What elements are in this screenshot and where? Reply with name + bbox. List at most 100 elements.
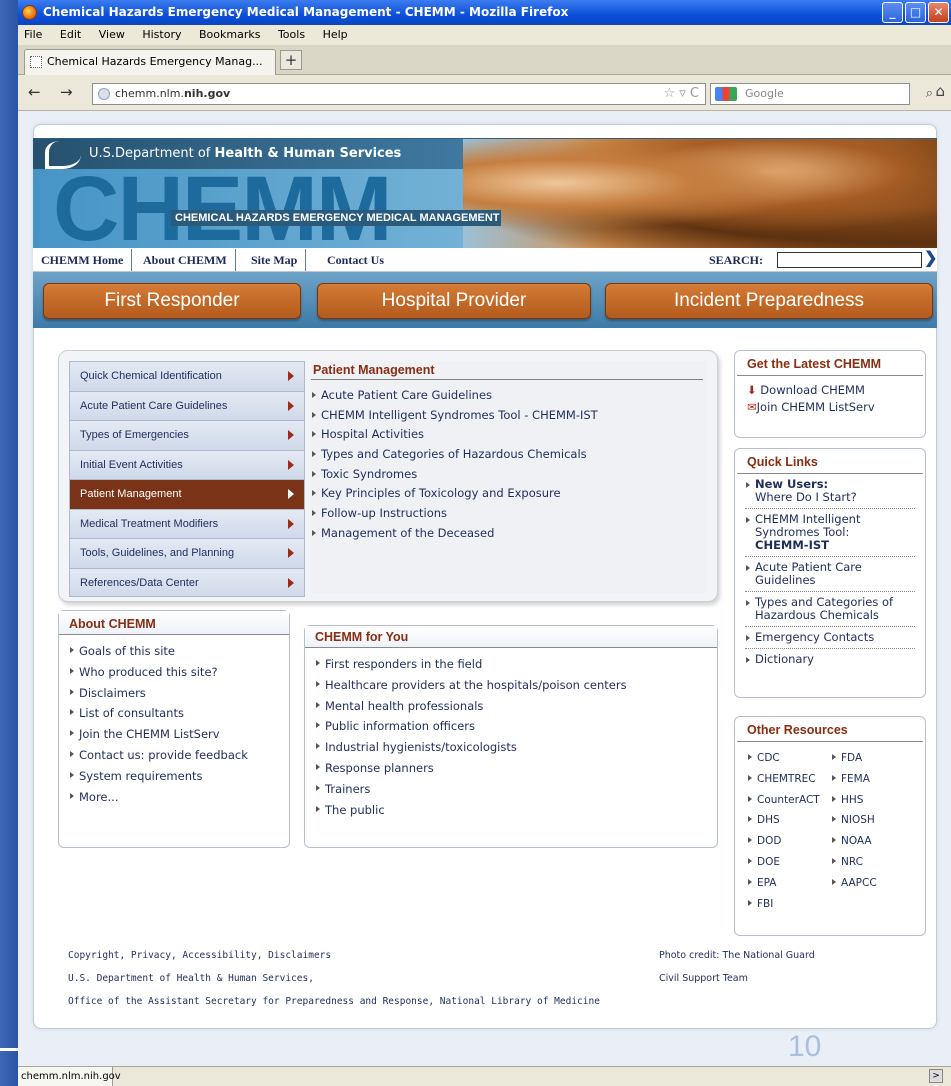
menu-bar: File Edit View History Bookmarks Tools H… bbox=[18, 25, 951, 45]
leftnav-patient-management[interactable]: Patient Management bbox=[69, 479, 305, 509]
home-icon[interactable]: ⌂ bbox=[935, 82, 945, 100]
bullet-triangle-icon bbox=[70, 771, 74, 778]
main-menu-panel: Quick Chemical Identification Acute Pati… bbox=[58, 350, 718, 602]
desktop-dash bbox=[0, 1048, 18, 1051]
menu-bookmarks[interactable]: Bookmarks bbox=[199, 28, 260, 41]
resource-link[interactable]: DHS bbox=[747, 810, 831, 831]
quick-link-new-users[interactable]: New Users: Where Do I Start? bbox=[745, 474, 915, 509]
leftnav-tools-guidelines-planning[interactable]: Tools, Guidelines, and Planning bbox=[69, 538, 305, 568]
first-responder-button[interactable]: First Responder bbox=[43, 283, 301, 319]
resource-link[interactable]: CounterACT bbox=[747, 790, 831, 811]
resource-link[interactable]: FDA bbox=[831, 748, 915, 769]
nav-about-chemm[interactable]: About CHEMM bbox=[135, 249, 236, 271]
resource-link[interactable]: CDC bbox=[747, 748, 831, 769]
for-you-link[interactable]: Response planners bbox=[315, 758, 707, 779]
resource-link[interactable]: DOE bbox=[747, 852, 831, 873]
pm-link[interactable]: Types and Categories of Hazardous Chemic… bbox=[311, 445, 707, 465]
footer-legal-links[interactable]: Copyright, Privacy, Accessibility, Discl… bbox=[68, 950, 331, 961]
pm-link[interactable]: Follow-up Instructions bbox=[311, 504, 707, 524]
resource-link[interactable]: NOAA bbox=[831, 831, 915, 852]
forward-arrow-icon[interactable]: → bbox=[60, 83, 73, 101]
pm-link[interactable]: CHEMM Intelligent Syndromes Tool - CHEMM… bbox=[311, 406, 707, 426]
for-you-link[interactable]: Trainers bbox=[315, 779, 707, 800]
nav-site-map[interactable]: Site Map bbox=[243, 249, 307, 271]
resource-link[interactable]: AAPCC bbox=[831, 873, 915, 894]
for-you-link[interactable]: First responders in the field bbox=[315, 654, 707, 675]
pm-link[interactable]: Hospital Activities bbox=[311, 425, 707, 445]
maximize-button[interactable]: □ bbox=[905, 2, 926, 23]
leftnav-types-of-emergencies[interactable]: Types of Emergencies bbox=[69, 420, 305, 450]
menu-history[interactable]: History bbox=[142, 28, 181, 41]
magnifier-icon[interactable]: ⌕ bbox=[926, 84, 933, 104]
resource-link[interactable]: CHEMTREC bbox=[747, 769, 831, 790]
search-engine-box[interactable]: Google ⌕ bbox=[710, 83, 933, 105]
search-input[interactable] bbox=[777, 252, 922, 268]
quick-link[interactable]: Dictionary bbox=[745, 649, 915, 670]
resource-link[interactable]: FEMA bbox=[831, 769, 915, 790]
back-arrow-icon[interactable]: ← bbox=[28, 83, 41, 101]
about-link[interactable]: More... bbox=[69, 787, 279, 808]
menu-edit[interactable]: Edit bbox=[60, 28, 81, 41]
address-bar[interactable]: chemm.nlm.nih.gov ☆ ▿ C bbox=[92, 83, 706, 105]
leftnav-quick-chemical-identification[interactable]: Quick Chemical Identification bbox=[69, 361, 305, 391]
about-link[interactable]: Disclaimers bbox=[69, 683, 279, 704]
quick-link[interactable]: Types and Categories of Hazardous Chemic… bbox=[745, 592, 915, 627]
for-you-link[interactable]: Mental health professionals bbox=[315, 696, 707, 717]
for-you-link[interactable]: Industrial hygienists/toxicologists bbox=[315, 737, 707, 758]
close-button[interactable]: ✕ bbox=[928, 2, 949, 23]
chemm-banner[interactable]: U.S.Department of Health & Human Service… bbox=[33, 138, 937, 248]
leftnav-initial-event-activities[interactable]: Initial Event Activities bbox=[69, 449, 305, 479]
about-link[interactable]: Goals of this site bbox=[69, 641, 279, 662]
leftnav-references-data-center[interactable]: References/Data Center bbox=[69, 567, 305, 597]
leftnav-medical-treatment-modifiers[interactable]: Medical Treatment Modifiers bbox=[69, 508, 305, 538]
pm-link[interactable]: Toxic Syndromes bbox=[311, 465, 707, 485]
pm-link[interactable]: Acute Patient Care Guidelines bbox=[311, 386, 707, 406]
resource-link[interactable]: NIOSH bbox=[831, 810, 915, 831]
leftnav-acute-patient-care[interactable]: Acute Patient Care Guidelines bbox=[69, 390, 305, 420]
about-link[interactable]: Join the CHEMM ListServ bbox=[69, 724, 279, 745]
for-you-link[interactable]: Public information officers bbox=[315, 716, 707, 737]
about-link[interactable]: Who produced this site? bbox=[69, 662, 279, 683]
resource-link[interactable]: NRC bbox=[831, 852, 915, 873]
about-link[interactable]: List of consultants bbox=[69, 703, 279, 724]
pm-link[interactable]: Key Principles of Toxicology and Exposur… bbox=[311, 484, 707, 504]
menu-tools[interactable]: Tools bbox=[278, 28, 305, 41]
quick-link-chemm-ist[interactable]: CHEMM Intelligent Syndromes Tool: CHEMM-I… bbox=[745, 509, 915, 557]
menu-view[interactable]: View bbox=[99, 28, 125, 41]
resource-link[interactable]: DOD bbox=[747, 831, 831, 852]
resource-label: HHS bbox=[841, 793, 864, 806]
resource-link[interactable]: EPA bbox=[747, 873, 831, 894]
about-link[interactable]: System requirements bbox=[69, 766, 279, 787]
for-you-link[interactable]: Healthcare providers at the hospitals/po… bbox=[315, 675, 707, 696]
footer-hhs[interactable]: U.S. Department of Health & Human Servic… bbox=[68, 973, 314, 984]
arrow-right-icon bbox=[288, 400, 294, 411]
menu-help[interactable]: Help bbox=[323, 28, 348, 41]
status-chevron-icon[interactable]: > bbox=[929, 1069, 943, 1083]
footer-aspr[interactable]: Office of the Assistant Secretary for Pr… bbox=[68, 996, 600, 1007]
resource-link[interactable]: HHS bbox=[831, 790, 915, 811]
nav-contact-us[interactable]: Contact Us bbox=[319, 249, 392, 271]
resource-link[interactable]: FBI bbox=[747, 894, 831, 915]
pm-link[interactable]: Management of the Deceased bbox=[311, 524, 707, 544]
menu-file[interactable]: File bbox=[24, 28, 42, 41]
resource-label: DOD bbox=[757, 835, 782, 848]
google-logo-icon[interactable] bbox=[715, 87, 737, 101]
for-you-link[interactable]: The public bbox=[315, 800, 707, 821]
join-listserv-link[interactable]: ✉Join CHEMM ListServ bbox=[747, 399, 913, 416]
new-users-rest: Where Do I Start? bbox=[755, 490, 857, 504]
tab-chemm[interactable]: Chemical Hazards Emergency Manag... bbox=[24, 49, 276, 75]
nav-chemm-home[interactable]: CHEMM Home bbox=[33, 249, 133, 271]
quick-link[interactable]: Emergency Contacts bbox=[745, 627, 915, 649]
incident-preparedness-button[interactable]: Incident Preparedness bbox=[605, 283, 933, 319]
about-link[interactable]: Contact us: provide feedback bbox=[69, 745, 279, 766]
hospital-provider-button[interactable]: Hospital Provider bbox=[317, 283, 591, 319]
title-bar[interactable]: Chemical Hazards Emergency Medical Manag… bbox=[18, 0, 951, 25]
top-navigation: CHEMM Home About CHEMM Site Map Contact … bbox=[33, 248, 937, 272]
download-chemm-link[interactable]: ⬇ Download CHEMM bbox=[747, 382, 913, 399]
quick-link[interactable]: Acute Patient Care Guidelines bbox=[745, 557, 915, 592]
new-tab-button[interactable]: + bbox=[280, 50, 302, 70]
bullet-triangle-icon bbox=[832, 837, 836, 844]
minimize-button[interactable]: _ bbox=[882, 2, 903, 23]
bookmark-star-icon[interactable]: ☆ ▿ C bbox=[663, 84, 699, 104]
search-go-chevron-icon[interactable]: ❯ bbox=[924, 248, 937, 270]
